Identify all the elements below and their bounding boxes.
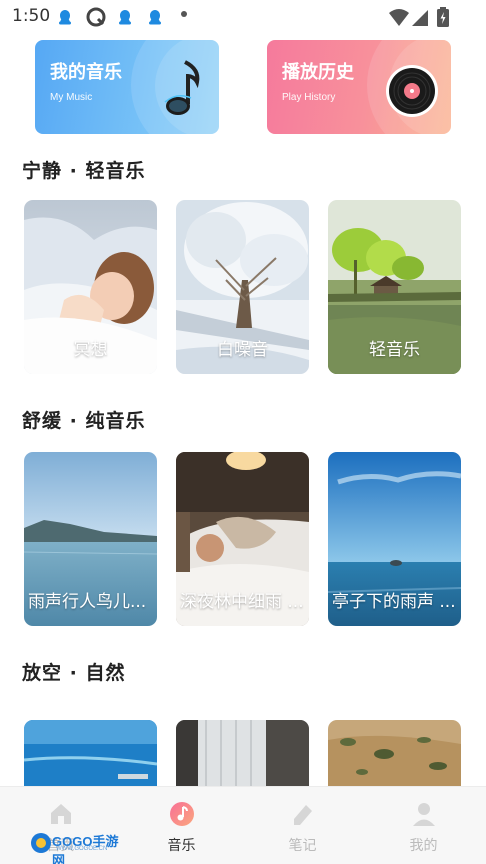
qq-icon xyxy=(56,8,74,26)
music-item-label: 深夜林中细雨 ... xyxy=(180,592,304,612)
music-item-label: 冥想 xyxy=(73,340,108,360)
q-browser-icon xyxy=(86,7,106,27)
section-title-relax-nature: 放空 · 自然 xyxy=(22,662,126,684)
notification-dot xyxy=(181,11,187,17)
profile-icon xyxy=(412,803,435,826)
nav-item-music[interactable]: 音乐 xyxy=(121,787,242,864)
window-curtain-image xyxy=(176,720,309,786)
qq-icon xyxy=(146,8,164,26)
music-item-light-music[interactable]: 轻音乐 xyxy=(328,200,461,374)
wifi-icon xyxy=(389,9,409,26)
status-time: 1:50 xyxy=(12,6,51,26)
gogo-logo-icon xyxy=(31,833,51,853)
music-item-aerial-sea[interactable] xyxy=(24,720,157,786)
nav-label: 音乐 xyxy=(167,838,196,854)
nav-item-profile[interactable]: 我的 xyxy=(363,787,484,864)
my-music-title: 我的音乐 xyxy=(50,62,122,83)
music-item-rain-pedestrians-birds[interactable]: 雨声行人鸟儿... xyxy=(24,452,157,626)
music-item-night-forest-rain[interactable]: 深夜林中细雨 ... xyxy=(176,452,309,626)
vinyl-record-icon xyxy=(386,65,438,117)
my-music-subtitle: My Music xyxy=(50,92,93,103)
music-item-label: 雨声行人鸟儿... xyxy=(28,592,147,612)
signal-icon xyxy=(412,10,428,26)
music-item-label: 轻音乐 xyxy=(369,340,420,360)
watermark-url: WWW.GOGOE.CN xyxy=(56,846,108,852)
music-item-savanna[interactable] xyxy=(328,720,461,786)
music-item-label: 白噪音 xyxy=(217,340,268,360)
music-note-icon xyxy=(164,60,200,115)
my-music-card[interactable]: 我的音乐 My Music xyxy=(35,40,219,134)
music-item-label: 亭子下的雨声 ... xyxy=(332,592,456,612)
music-item-meditation[interactable]: 冥想 xyxy=(24,200,157,374)
section-title-calm-light-music: 宁静 · 轻音乐 xyxy=(22,160,146,182)
music-item-pavilion-rain[interactable]: 亭子下的雨声 ... xyxy=(328,452,461,626)
nav-label: 我的 xyxy=(409,838,438,854)
music-item-white-noise[interactable]: 白噪音 xyxy=(176,200,309,374)
gogo-watermark-logo: GOGO手游网 WWW.GOGOE.CN xyxy=(30,830,126,864)
section-title-soothing-pure-music: 舒缓 · 纯音乐 xyxy=(22,410,146,432)
status-bar: 1:50 xyxy=(0,0,486,34)
play-history-subtitle: Play History xyxy=(282,92,336,103)
savanna-image xyxy=(328,720,461,786)
play-history-title: 播放历史 xyxy=(282,62,354,83)
battery-icon xyxy=(437,7,449,27)
home-icon xyxy=(50,804,71,824)
qq-icon xyxy=(116,8,134,26)
note-icon xyxy=(293,805,312,825)
music-item-window-curtain[interactable] xyxy=(176,720,309,786)
music-icon xyxy=(169,802,194,826)
play-history-card[interactable]: 播放历史 Play History xyxy=(267,40,451,134)
aerial-sea-image xyxy=(24,720,157,786)
nav-item-notes[interactable]: 笔记 xyxy=(242,787,363,864)
nav-label: 笔记 xyxy=(288,838,317,854)
